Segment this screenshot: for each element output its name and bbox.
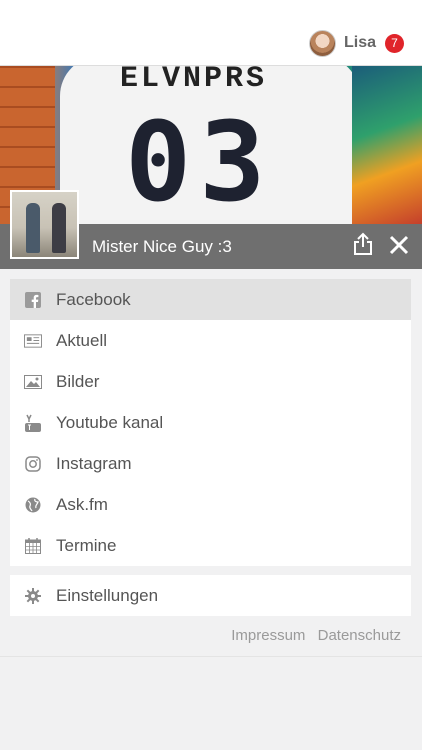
person-figure [26,203,40,253]
profile-name: Mister Nice Guy :3 [92,237,232,256]
avatar[interactable] [308,29,336,57]
content-area [0,656,422,750]
shirt-lettering: ELVNPRS [120,66,268,96]
share-icon [354,232,372,255]
youtube-icon [24,414,42,432]
main-menu: Facebook Aktuell Bilder Youtube kanal In… [10,279,411,566]
shirt-number: 03 [125,98,274,226]
gear-icon [24,587,42,605]
impressum-link[interactable]: Impressum [231,627,305,644]
menu-item-bilder[interactable]: Bilder [10,361,411,402]
newspaper-icon [24,332,42,350]
graffiti [352,66,422,226]
menu-item-termine[interactable]: Termine [10,525,411,566]
menu-item-askfm[interactable]: Ask.fm [10,484,411,525]
menu-item-label: Youtube kanal [56,412,164,432]
menu-item-facebook[interactable]: Facebook [10,279,411,320]
menu-item-instagram[interactable]: Instagram [10,443,411,484]
user-name[interactable]: Lisa [344,34,376,52]
calendar-icon [24,537,42,555]
menu-item-label: Einstellungen [56,585,159,605]
notification-badge[interactable]: 7 [385,33,404,53]
menu-item-einstellungen[interactable]: Einstellungen [10,575,411,616]
globe-icon [24,496,42,514]
menu-item-aktuell[interactable]: Aktuell [10,320,411,361]
settings-menu: Einstellungen [10,575,411,616]
menu-item-label: Facebook [56,289,131,309]
person-figure [52,203,66,253]
top-bar: Lisa 7 [0,0,422,66]
share-button[interactable] [352,232,374,256]
close-button[interactable] [389,235,409,255]
menu-item-youtube[interactable]: Youtube kanal [10,402,411,443]
profile-thumbnail[interactable] [10,190,79,259]
menu-item-label: Bilder [56,371,100,391]
menu-item-label: Ask.fm [56,494,108,514]
footer-links: Impressum Datenschutz [223,627,401,644]
user-menu[interactable]: Lisa 7 [308,29,404,57]
instagram-icon [24,455,42,473]
close-icon [389,235,409,255]
menu-item-label: Termine [56,535,117,555]
datenschutz-link[interactable]: Datenschutz [318,627,401,644]
menu-item-label: Instagram [56,453,132,473]
facebook-icon [24,291,42,309]
image-icon [24,373,42,391]
menu-item-label: Aktuell [56,330,108,350]
